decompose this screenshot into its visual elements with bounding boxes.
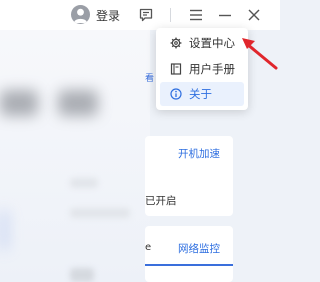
- blurred-icon-fragment: [70, 268, 94, 282]
- blurred-heading-fragment: [58, 90, 98, 116]
- partial-card-text: e: [145, 242, 152, 253]
- blurred-background-panel: [0, 30, 150, 282]
- title-bar-divider: [170, 8, 171, 22]
- blurred-text-line: [70, 208, 130, 218]
- minimize-icon[interactable]: [216, 6, 234, 24]
- info-icon: [170, 88, 182, 100]
- blurred-heading-fragment: [0, 90, 38, 116]
- main-menu-dropdown: 设置中心 用户手册 关于: [156, 28, 248, 110]
- annotation-arrow-icon: [242, 38, 278, 70]
- close-icon[interactable]: [245, 6, 263, 24]
- blurred-text-line: [70, 178, 98, 188]
- network-monitor-link[interactable]: 网络监控: [178, 241, 220, 256]
- blurred-accent-fragment: [0, 210, 8, 250]
- gear-icon: [170, 37, 182, 49]
- menu-icon[interactable]: [187, 6, 205, 24]
- menu-item-label: 设置中心: [189, 36, 235, 50]
- startup-boost-link[interactable]: 开机加速: [178, 146, 220, 161]
- book-icon: [170, 63, 182, 75]
- title-bar: 登录: [0, 0, 280, 30]
- card-progress-bar: [145, 264, 233, 266]
- partial-link-text[interactable]: 看: [145, 71, 154, 84]
- menu-item-user-manual[interactable]: 用户手册: [160, 57, 244, 81]
- menu-item-about[interactable]: 关于: [160, 82, 244, 106]
- startup-status-text: 已开启: [145, 195, 177, 207]
- menu-item-label: 用户手册: [189, 62, 235, 76]
- login-button[interactable]: 登录: [96, 6, 120, 24]
- menu-item-settings[interactable]: 设置中心: [160, 31, 244, 55]
- feedback-icon[interactable]: [137, 6, 155, 24]
- menu-item-label: 关于: [189, 87, 212, 101]
- user-avatar-icon[interactable]: [71, 5, 90, 24]
